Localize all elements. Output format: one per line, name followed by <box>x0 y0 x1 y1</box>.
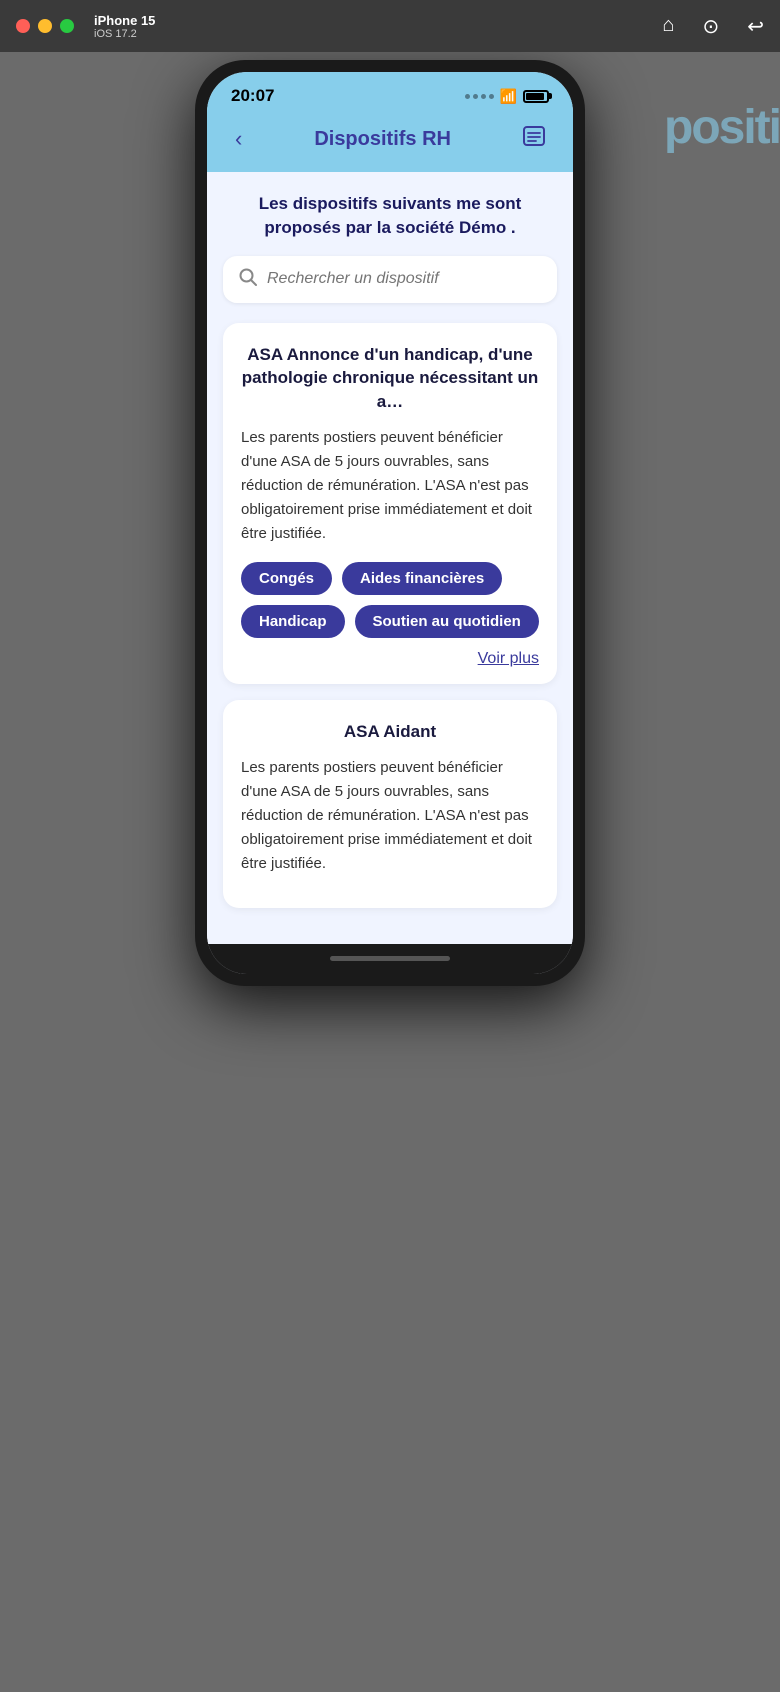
minimize-button[interactable] <box>38 19 52 33</box>
maximize-button[interactable] <box>60 19 74 33</box>
device-os: iOS 17.2 <box>94 28 155 40</box>
close-button[interactable] <box>16 19 30 33</box>
device-info: iPhone 15 iOS 17.2 <box>94 13 155 40</box>
search-input[interactable] <box>267 270 541 288</box>
menu-icon[interactable] <box>515 122 553 156</box>
desktop-bar: iPhone 15 iOS 17.2 ⌂ ⊙ ↩ <box>0 0 780 52</box>
search-icon <box>239 268 257 291</box>
share-icon[interactable]: ↩ <box>747 14 764 39</box>
battery-icon <box>523 90 549 103</box>
camera-icon[interactable]: ⊙ <box>702 14 719 39</box>
phone-device: 20:07 📶 ‹ Dispositifs RH <box>195 60 585 986</box>
status-bar: 20:07 📶 <box>207 72 573 114</box>
voir-plus-link[interactable]: Voir plus <box>241 650 539 668</box>
status-icons: 📶 <box>465 88 549 105</box>
device-model: iPhone 15 <box>94 13 155 28</box>
search-bar[interactable] <box>223 256 557 303</box>
card-asa-handicap: ASA Annonce d'un handicap, d'une patholo… <box>223 323 557 684</box>
home-indicator-bar <box>207 944 573 974</box>
home-bar <box>330 956 450 961</box>
app-header: ‹ Dispositifs RH <box>207 114 573 172</box>
wifi-icon: 📶 <box>500 88 517 105</box>
card-asa-handicap-body: Les parents postiers peuvent bénéficier … <box>241 426 539 546</box>
header-title: Dispositifs RH <box>250 128 515 151</box>
content-area: Les dispositifs suivants me sont proposé… <box>207 172 573 944</box>
tag-conges[interactable]: Congés <box>241 562 332 595</box>
tag-soutien-quotidien[interactable]: Soutien au quotidien <box>355 605 539 638</box>
back-button[interactable]: ‹ <box>227 122 250 156</box>
card-asa-aidant-title: ASA Aidant <box>241 720 539 744</box>
status-time: 20:07 <box>231 86 274 106</box>
card-asa-aidant: ASA Aidant Les parents postiers peuvent … <box>223 700 557 908</box>
traffic-lights <box>16 19 74 33</box>
card-asa-handicap-title: ASA Annonce d'un handicap, d'une patholo… <box>241 343 539 414</box>
tag-list: Congés Aides financières Handicap Soutie… <box>241 562 539 638</box>
page-subtitle: Les dispositifs suivants me sont proposé… <box>223 192 557 240</box>
phone-screen: 20:07 📶 ‹ Dispositifs RH <box>207 72 573 974</box>
tag-aides-financieres[interactable]: Aides financières <box>342 562 502 595</box>
signal-icon <box>465 94 494 99</box>
desktop-toolbar: ⌂ ⊙ ↩ <box>662 14 764 39</box>
home-icon[interactable]: ⌂ <box>662 14 674 39</box>
card-asa-aidant-body: Les parents postiers peuvent bénéficier … <box>241 756 539 876</box>
tag-handicap[interactable]: Handicap <box>241 605 345 638</box>
bg-hint-text: positi <box>664 100 780 155</box>
